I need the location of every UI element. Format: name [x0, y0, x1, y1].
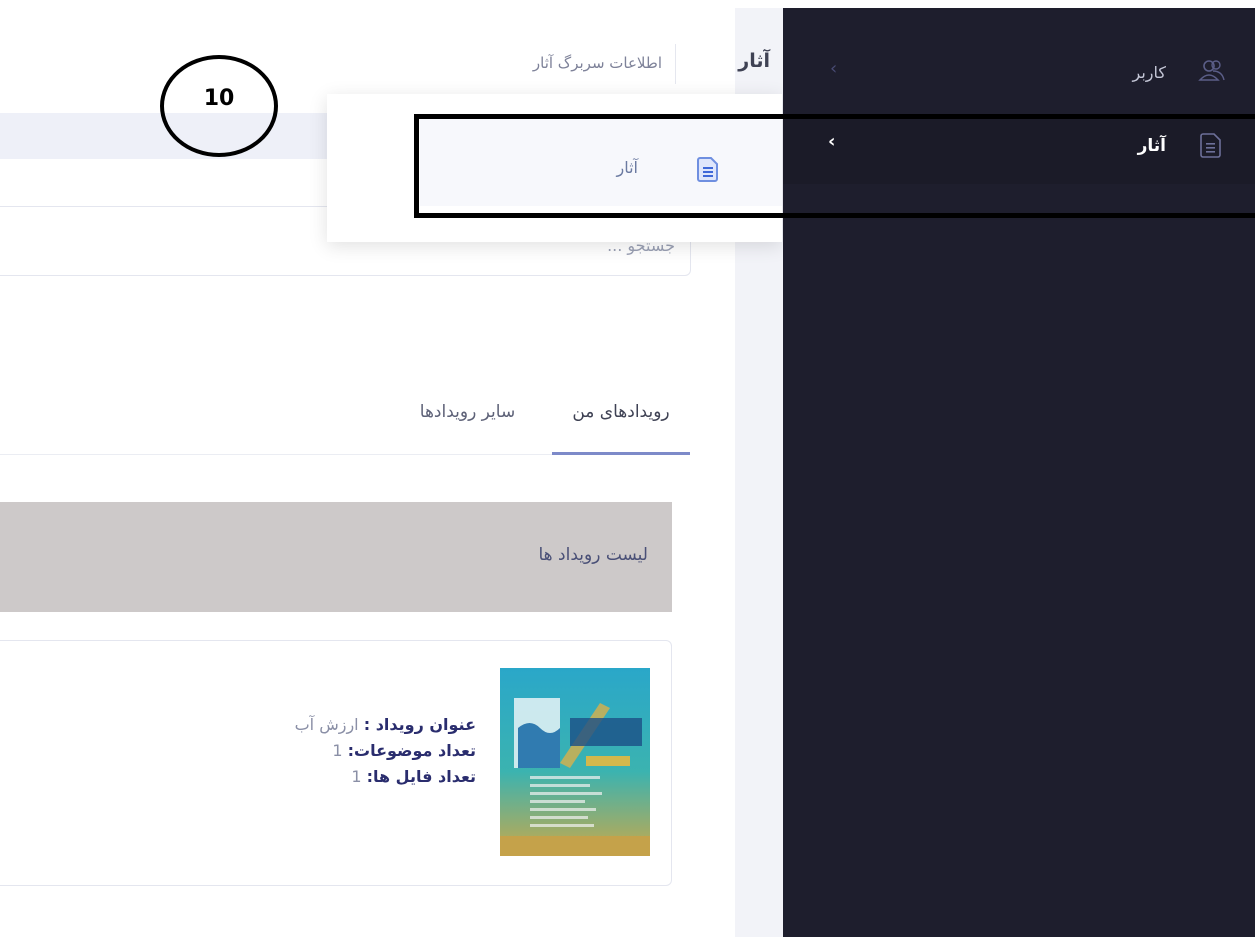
event-poster-image[interactable] — [500, 668, 650, 856]
sidebar-item-users-label[interactable]: کاربر — [1090, 63, 1167, 82]
event-title-row: عنوان رویداد : ارزش آب — [150, 712, 476, 738]
event-list-title: لیست رویداد ها — [538, 545, 649, 565]
tab-active-indicator — [552, 452, 690, 455]
users-icon — [1198, 58, 1226, 86]
highlight-annotation-box — [414, 114, 1255, 218]
event-files-label: تعداد فایل ها: — [366, 767, 476, 786]
chevron-left-icon[interactable]: ‹ — [830, 58, 837, 79]
event-files-row: تعداد فایل ها: 1 — [150, 764, 476, 790]
top-strip — [0, 0, 1255, 8]
page-subtitle: اطلاعات سربرگ آثار — [532, 54, 662, 72]
tab-my-events[interactable]: رویدادهای من — [552, 402, 690, 422]
event-files-value: 1 — [351, 767, 362, 786]
header-divider — [675, 44, 676, 84]
page-title: آثار — [738, 50, 770, 72]
event-topics-row: تعداد موضوعات: 1 — [150, 738, 476, 764]
event-title-value: ارزش آب — [294, 715, 359, 734]
event-topics-label: تعداد موضوعات: — [347, 741, 476, 760]
event-topics-value: 1 — [332, 741, 343, 760]
step-annotation-number: 10 — [203, 86, 235, 111]
poster-art — [500, 668, 650, 856]
tab-other-events[interactable]: سایر رویدادها — [390, 402, 545, 422]
event-title-label: عنوان رویداد : — [363, 715, 476, 734]
event-info: عنوان رویداد : ارزش آب تعداد موضوعات: 1 … — [150, 712, 476, 790]
